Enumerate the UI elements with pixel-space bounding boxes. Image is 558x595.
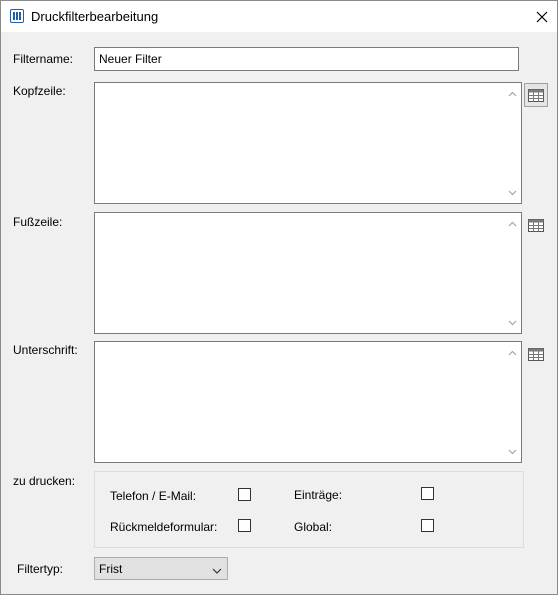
scroll-down-icon[interactable] xyxy=(505,444,520,459)
global-checkbox[interactable] xyxy=(421,519,434,532)
global-label: Global: xyxy=(294,520,333,534)
filtertyp-label: Filtertyp: xyxy=(17,562,64,576)
table-icon xyxy=(528,88,544,102)
fusszeile-scrollbar[interactable] xyxy=(505,214,520,332)
print-options-group: Telefon / E-Mail: Einträge: Rückmeldefor… xyxy=(94,471,524,548)
unterschrift-table-button[interactable] xyxy=(525,344,547,364)
telefon-email-checkbox[interactable] xyxy=(238,488,251,501)
telefon-email-label: Telefon / E-Mail: xyxy=(110,489,197,503)
fusszeile-label: Fußzeile: xyxy=(13,215,63,229)
filtertyp-select[interactable]: Frist xyxy=(94,557,228,580)
dialog-window: Druckfilterbearbeitung Filtername: Kopfz… xyxy=(0,0,558,595)
kopfzeile-textarea[interactable] xyxy=(94,82,522,204)
kopfzeile-scrollbar[interactable] xyxy=(505,84,520,202)
table-icon xyxy=(528,218,544,232)
kopfzeile-table-button[interactable] xyxy=(524,83,548,107)
eintraege-label: Einträge: xyxy=(294,488,343,502)
filtername-input[interactable] xyxy=(94,47,519,71)
filtertyp-selected-value: Frist xyxy=(99,562,123,576)
rueckmeldeformular-checkbox[interactable] xyxy=(238,519,251,532)
zu-drucken-label: zu drucken: xyxy=(13,474,76,488)
unterschrift-textarea[interactable] xyxy=(94,341,522,463)
kopfzeile-label: Kopfzeile: xyxy=(13,84,66,98)
scroll-down-icon[interactable] xyxy=(505,185,520,200)
app-columns-icon xyxy=(10,9,24,23)
scroll-up-icon[interactable] xyxy=(505,216,520,231)
unterschrift-label: Unterschrift: xyxy=(13,343,78,357)
fusszeile-table-button[interactable] xyxy=(525,215,547,235)
unterschrift-scrollbar[interactable] xyxy=(505,343,520,461)
table-icon xyxy=(528,347,544,361)
fusszeile-textarea[interactable] xyxy=(94,212,522,334)
scroll-down-icon[interactable] xyxy=(505,315,520,330)
close-icon xyxy=(536,11,548,22)
scroll-up-icon[interactable] xyxy=(505,86,520,101)
eintraege-checkbox[interactable] xyxy=(421,487,434,500)
window-title: Druckfilterbearbeitung xyxy=(31,9,159,24)
rueckmeldeformular-label: Rückmeldeformular: xyxy=(110,520,218,534)
close-button[interactable] xyxy=(527,1,557,32)
scroll-up-icon[interactable] xyxy=(505,345,520,360)
filtername-label: Filtername: xyxy=(13,52,74,66)
title-bar: Druckfilterbearbeitung xyxy=(1,1,557,32)
chevron-down-icon xyxy=(212,563,222,577)
